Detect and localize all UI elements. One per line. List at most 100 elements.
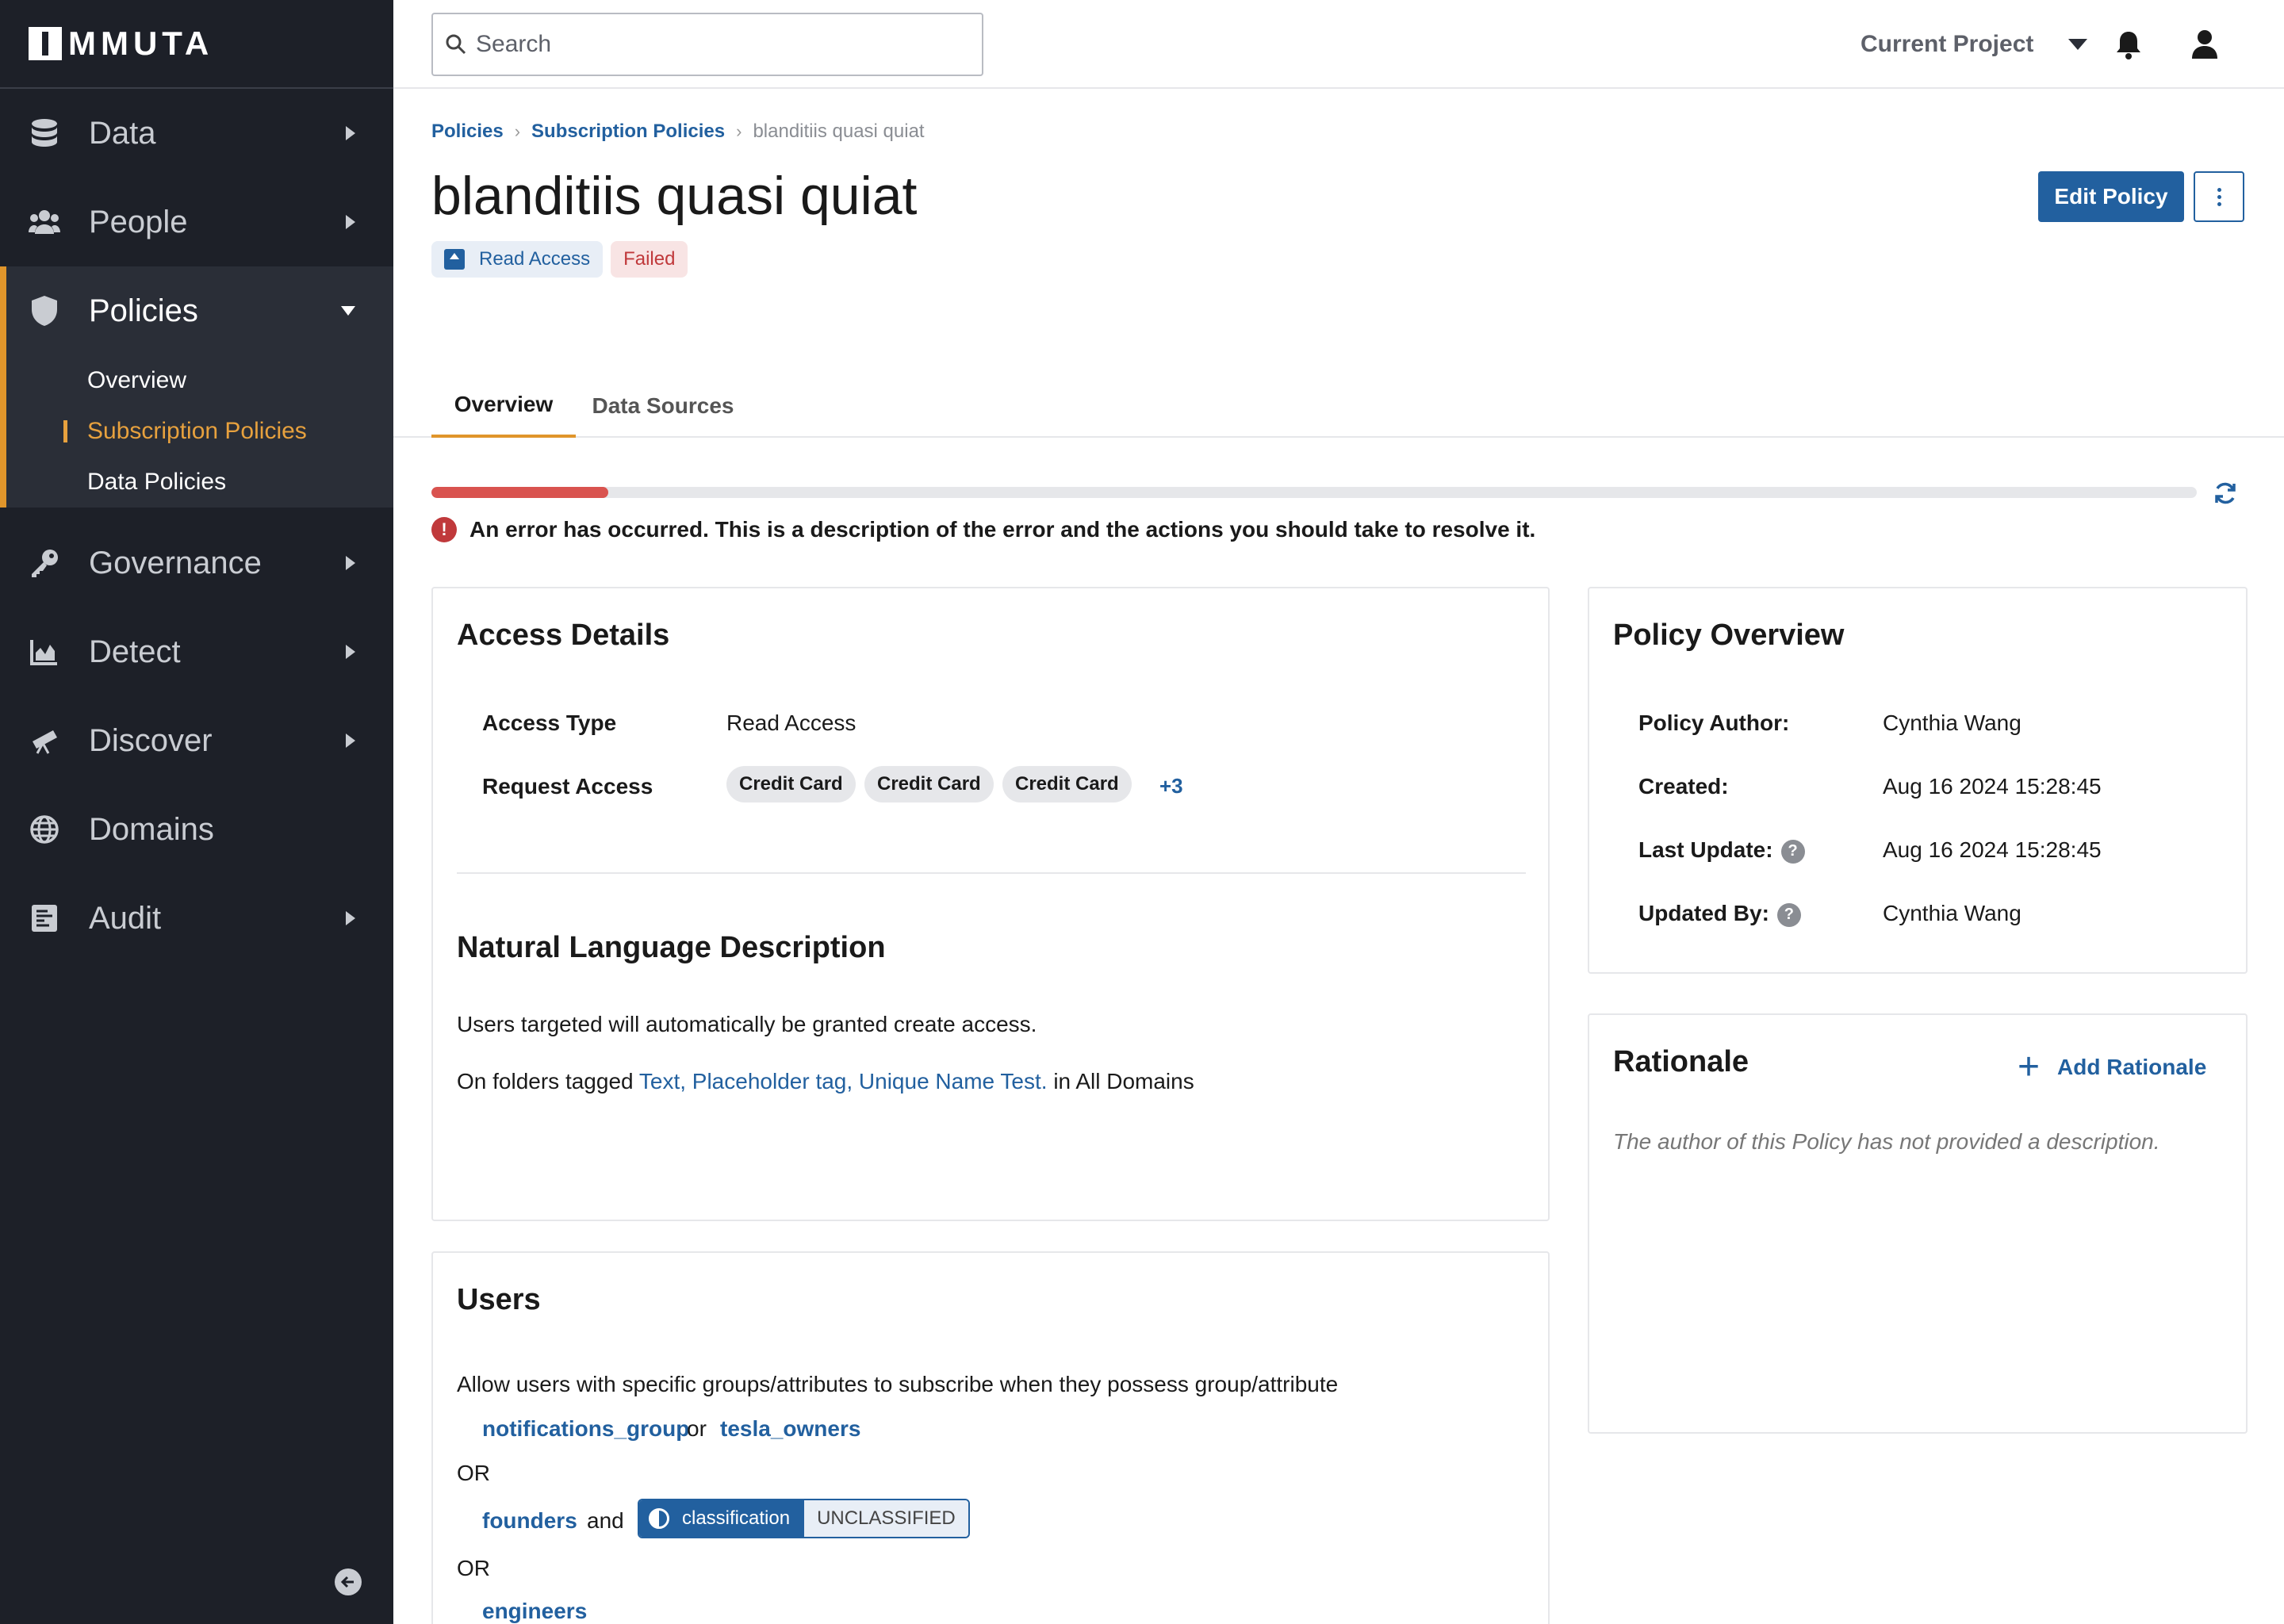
caret-right-icon bbox=[346, 733, 355, 748]
refresh-icon[interactable] bbox=[2213, 481, 2238, 506]
search-input[interactable] bbox=[476, 31, 952, 58]
shield-icon bbox=[29, 295, 60, 327]
sidebar-subitem-overview[interactable]: Overview bbox=[6, 355, 393, 406]
status-badge: Failed bbox=[611, 241, 688, 278]
last-update-label-text: Last Update: bbox=[1638, 837, 1773, 862]
users-description: Allow users with specific groups/attribu… bbox=[457, 1372, 1339, 1396]
caret-right-icon bbox=[346, 645, 355, 659]
logo[interactable]: MMUTA bbox=[0, 0, 393, 89]
user-account-icon[interactable] bbox=[2189, 29, 2221, 60]
sidebar-item-label: Detect bbox=[89, 634, 181, 669]
edit-policy-button[interactable]: Edit Policy bbox=[2038, 171, 2184, 222]
updated-by-value: Cynthia Wang bbox=[1883, 901, 2021, 925]
add-rationale-button[interactable]: + Add Rationale bbox=[2018, 1048, 2206, 1086]
sidebar-item-policies[interactable]: Policies bbox=[6, 266, 393, 355]
group-link[interactable]: founders bbox=[482, 1508, 577, 1534]
half-circle-icon bbox=[649, 1508, 669, 1529]
card-title: Rationale bbox=[1613, 1045, 1749, 1078]
folder-tags-link[interactable]: Text, Placeholder tag, Unique Name Test. bbox=[639, 1069, 1048, 1094]
help-icon[interactable]: ? bbox=[1776, 902, 1801, 927]
tabs: Overview Data Sources bbox=[393, 374, 2284, 438]
policy-type-label: Read Access bbox=[479, 248, 591, 270]
attribute-chip[interactable]: classification UNCLASSIFIED bbox=[638, 1499, 970, 1538]
collapse-sidebar-button[interactable] bbox=[335, 1568, 362, 1595]
caret-down-icon bbox=[341, 306, 355, 316]
more-chips-link[interactable]: +3 bbox=[1159, 774, 1183, 799]
policies-group: Policies Overview Subscription Policies … bbox=[0, 266, 393, 508]
group-link[interactable]: engineers bbox=[482, 1599, 587, 1624]
nl-suffix: in All Domains bbox=[1053, 1069, 1194, 1094]
project-selector[interactable]: Current Project bbox=[1861, 0, 2088, 89]
kebab-dot bbox=[2217, 194, 2221, 199]
add-rationale-label: Add Rationale bbox=[2057, 1055, 2207, 1079]
main-content: Policies › Subscription Policies › bland… bbox=[393, 89, 2284, 1624]
plus-icon: + bbox=[2018, 1046, 2041, 1088]
group-link[interactable]: notifications_group bbox=[482, 1416, 689, 1442]
credit-card-chip[interactable]: Credit Card bbox=[1002, 766, 1132, 802]
progress-bar-fill bbox=[431, 487, 608, 498]
chevron-right-icon: › bbox=[514, 121, 521, 141]
audit-icon bbox=[29, 902, 60, 934]
sidebar-item-audit[interactable]: Audit bbox=[0, 874, 393, 963]
card-title: Access Details bbox=[457, 619, 670, 652]
sidebar-subitem-subscription-policies[interactable]: Subscription Policies bbox=[6, 406, 393, 457]
error-icon: ! bbox=[431, 517, 457, 542]
sidebar-item-label: Discover bbox=[89, 722, 213, 758]
card-title: Policy Overview bbox=[1613, 619, 1845, 652]
sidebar-item-data[interactable]: Data bbox=[0, 89, 393, 178]
breadcrumb: Policies › Subscription Policies › bland… bbox=[431, 121, 925, 143]
sidebar-item-governance[interactable]: Governance bbox=[0, 519, 393, 607]
database-icon bbox=[29, 117, 60, 149]
nl-description-line: Users targeted will automatically be gra… bbox=[457, 1012, 1037, 1036]
sidebar-item-people[interactable]: People bbox=[0, 178, 393, 266]
sidebar-subitem-data-policies[interactable]: Data Policies bbox=[6, 457, 393, 508]
attribute-key-label: classification bbox=[682, 1507, 791, 1529]
credit-card-chip[interactable]: Credit Card bbox=[726, 766, 856, 802]
card-subtitle: Natural Language Description bbox=[457, 931, 886, 964]
connector-or: OR bbox=[457, 1556, 490, 1580]
search-box[interactable] bbox=[431, 13, 983, 76]
page-title: blanditiis quasi quiat bbox=[431, 166, 918, 226]
chevron-right-icon: › bbox=[736, 121, 742, 141]
breadcrumb-link-policies[interactable]: Policies bbox=[431, 121, 504, 143]
updated-by-label-text: Updated By: bbox=[1638, 901, 1769, 925]
access-details-card: Access Details Access Type Read Access R… bbox=[431, 587, 1550, 1221]
policy-type-badge: Read Access bbox=[431, 241, 604, 278]
rationale-empty-text: The author of this Policy has not provid… bbox=[1613, 1129, 2160, 1154]
sidebar-item-domains[interactable]: Domains bbox=[0, 785, 393, 874]
policy-author-label: Policy Author: bbox=[1638, 710, 1790, 735]
sidebar-item-detect[interactable]: Detect bbox=[0, 607, 393, 696]
caret-right-icon bbox=[346, 215, 355, 229]
credit-card-chip[interactable]: Credit Card bbox=[864, 766, 994, 802]
sidebar-item-discover[interactable]: Discover bbox=[0, 696, 393, 785]
attribute-value: UNCLASSIFIED bbox=[804, 1500, 968, 1537]
help-icon[interactable]: ? bbox=[1780, 839, 1805, 864]
divider bbox=[457, 872, 1526, 874]
policy-author-value: Cynthia Wang bbox=[1883, 710, 2021, 735]
sidebar-item-label: Data bbox=[89, 115, 156, 151]
logo-text: MMUTA bbox=[68, 25, 214, 62]
logo-mark-icon bbox=[29, 27, 62, 60]
top-bar: Current Project bbox=[393, 0, 2284, 89]
group-link[interactable]: tesla_owners bbox=[720, 1416, 860, 1442]
project-label: Current Project bbox=[1861, 31, 2034, 57]
globe-icon bbox=[29, 814, 60, 845]
caret-right-icon bbox=[346, 126, 355, 140]
key-icon bbox=[29, 547, 60, 579]
telescope-icon bbox=[29, 725, 60, 756]
notifications-bell-icon[interactable] bbox=[2113, 29, 2144, 60]
tab-data-sources[interactable]: Data Sources bbox=[590, 374, 736, 438]
policy-overview-card: Policy Overview Policy Author: Cynthia W… bbox=[1588, 587, 2248, 974]
more-options-button[interactable] bbox=[2194, 171, 2244, 222]
policy-badges: Read Access Failed bbox=[431, 241, 688, 278]
nl-folders-line: On folders tagged Text, Placeholder tag,… bbox=[457, 1069, 1194, 1094]
arrow-left-icon bbox=[340, 1576, 354, 1588]
read-access-icon bbox=[444, 249, 465, 270]
sidebar-item-label: People bbox=[89, 204, 188, 239]
tab-overview[interactable]: Overview bbox=[431, 374, 576, 438]
breadcrumb-link-subscription-policies[interactable]: Subscription Policies bbox=[531, 121, 725, 143]
rationale-card: Rationale + Add Rationale The author of … bbox=[1588, 1013, 2248, 1434]
updated-by-label: Updated By:? bbox=[1638, 901, 1801, 927]
access-type-value: Read Access bbox=[726, 710, 856, 735]
last-update-value: Aug 16 2024 15:28:45 bbox=[1883, 837, 2102, 862]
